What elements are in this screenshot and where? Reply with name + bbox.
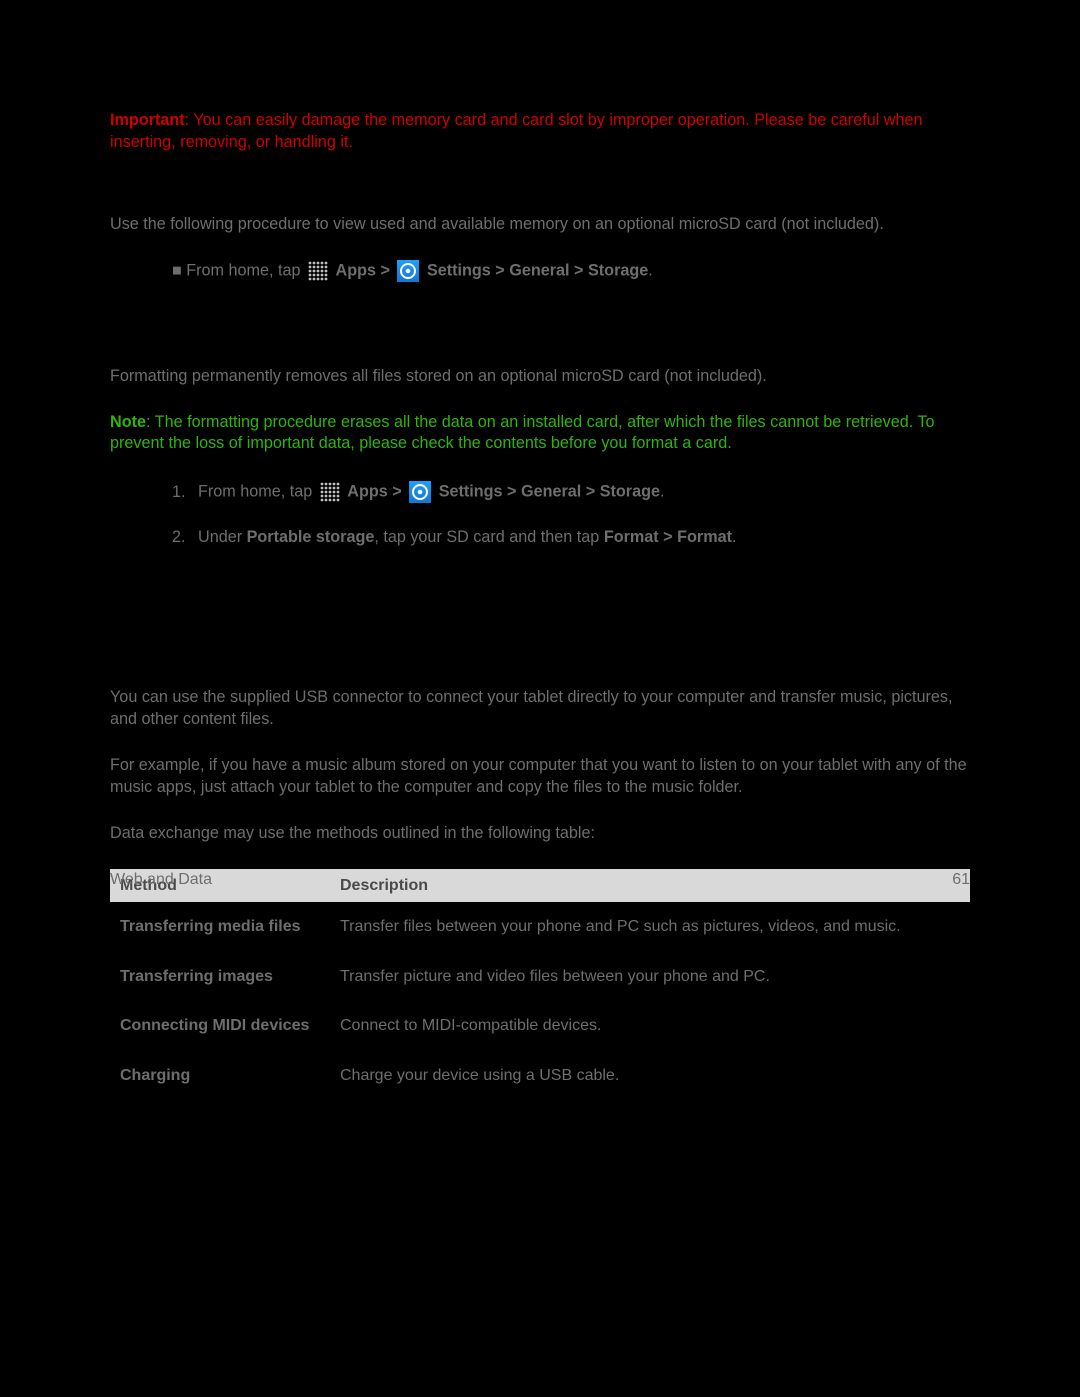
cell-desc: Charge your device using a USB cable.	[330, 1051, 970, 1101]
footer-section: Web and Data	[110, 869, 212, 891]
important-callout: Important: You can easily damage the mem…	[110, 110, 970, 154]
table-row: Connecting MIDI devices Connect to MIDI-…	[110, 1001, 970, 1051]
note-text: : The formatting procedure erases all th…	[110, 413, 935, 453]
period: .	[660, 483, 665, 501]
format-para: Formatting permanently removes all files…	[110, 366, 970, 388]
step-mid: , tap your SD card and then tap	[374, 528, 603, 546]
cell-method: Transferring media files	[110, 902, 330, 952]
format-step-1: 1.From home, tap Apps > Settings > Gener…	[172, 481, 970, 503]
cell-method: Charging	[110, 1051, 330, 1101]
document-page: Important: You can easily damage the mem…	[0, 0, 1080, 1101]
important-text: : You can easily damage the memory card …	[110, 111, 923, 151]
important-label: Important	[110, 111, 185, 129]
bold-format: Format > Format	[604, 528, 732, 546]
period: .	[648, 261, 653, 279]
format-step-2: 2.Under Portable storage, tap your SD ca…	[172, 527, 970, 549]
apps-grid-icon	[308, 261, 328, 281]
step-number: 2.	[172, 527, 198, 549]
transfer-p3: Data exchange may use the methods outlin…	[110, 823, 970, 845]
table-row: Transferring media files Transfer files …	[110, 902, 970, 952]
note-label: Note	[110, 413, 146, 431]
transfer-p1: You can use the supplied USB connector t…	[110, 687, 970, 731]
view-memory-para: Use the following procedure to view used…	[110, 214, 970, 236]
page-footer: Web and Data 61	[110, 869, 970, 891]
step-prefix: Under	[198, 528, 247, 546]
bold-portable: Portable storage	[247, 528, 375, 546]
table-row: Charging Charge your device using a USB …	[110, 1051, 970, 1101]
cell-method: Transferring images	[110, 952, 330, 1002]
breadcrumb-rest: Settings > General > Storage	[439, 483, 660, 501]
breadcrumb-rest: Settings > General > Storage	[427, 261, 648, 279]
step-prefix: From home, tap	[198, 483, 317, 501]
cell-method: Connecting MIDI devices	[110, 1001, 330, 1051]
cell-desc: Transfer files between your phone and PC…	[330, 902, 970, 952]
settings-gear-icon	[409, 481, 431, 503]
breadcrumb-apps: Apps >	[347, 483, 406, 501]
breadcrumb-apps: Apps >	[336, 261, 395, 279]
footer-page-number: 61	[952, 869, 970, 891]
cell-desc: Connect to MIDI-compatible devices.	[330, 1001, 970, 1051]
table-row: Transferring images Transfer picture and…	[110, 952, 970, 1002]
cell-desc: Transfer picture and video files between…	[330, 952, 970, 1002]
view-memory-step: ■ From home, tap Apps > Settings > Gener…	[172, 260, 970, 282]
period: .	[732, 528, 737, 546]
step-number: 1.	[172, 482, 198, 504]
methods-table: Method Description Transferring media fi…	[110, 869, 970, 1101]
format-steps: 1.From home, tap Apps > Settings > Gener…	[172, 481, 970, 549]
format-note: Note: The formatting procedure erases al…	[110, 412, 970, 456]
step-prefix: ■ From home, tap	[172, 261, 305, 279]
settings-gear-icon	[397, 260, 419, 282]
apps-grid-icon	[320, 482, 340, 502]
transfer-p2: For example, if you have a music album s…	[110, 755, 970, 799]
